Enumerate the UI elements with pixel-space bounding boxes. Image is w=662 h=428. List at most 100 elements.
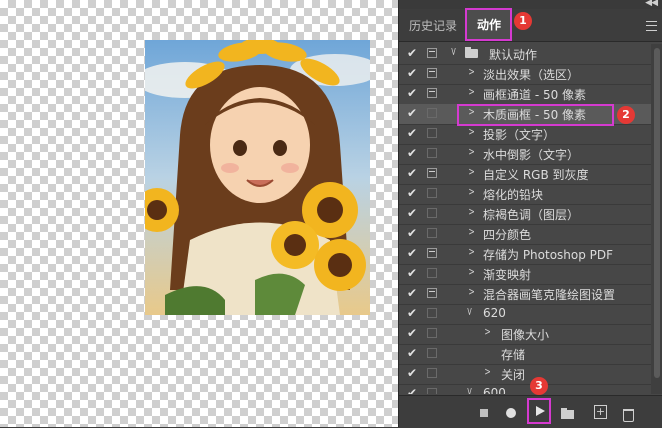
action-step-row[interactable]: ✔ 存储 xyxy=(399,344,651,365)
toggle-item-checkmark-icon[interactable]: ✔ xyxy=(407,286,419,300)
toggle-dialog-icon[interactable] xyxy=(427,188,437,198)
panel-footer-toolbar xyxy=(399,395,662,428)
action-label: 自定义 RGB 到灰度 xyxy=(483,168,589,182)
toggle-dialog-icon[interactable] xyxy=(427,148,437,158)
action-row[interactable]: ✔ > 渐变映射 xyxy=(399,264,651,285)
scrollbar-thumb[interactable] xyxy=(654,48,660,378)
actions-panel: ◀◀ 历史记录 动作 ✔ > 默认动作 ✔ > 淡出效果（选区） ✔ > 画框通… xyxy=(398,0,662,428)
new-action-icon[interactable] xyxy=(589,402,611,424)
action-label: 混合器画笔克隆绘图设置 xyxy=(483,288,616,302)
toggle-dialog-icon[interactable] xyxy=(427,248,437,258)
toggle-item-checkmark-icon[interactable]: ✔ xyxy=(407,306,419,320)
toggle-item-checkmark-icon[interactable]: ✔ xyxy=(407,366,419,380)
action-row[interactable]: ✔ > 投影（文字） xyxy=(399,124,651,145)
action-row[interactable]: ✔ > 棕褐色调（图层） xyxy=(399,204,651,225)
toggle-item-checkmark-icon[interactable]: ✔ xyxy=(407,346,419,360)
chevron-right-icon[interactable]: > xyxy=(468,285,474,298)
toggle-item-checkmark-icon[interactable]: ✔ xyxy=(407,206,419,220)
highlight-actions-tab xyxy=(465,8,512,41)
toggle-item-checkmark-icon[interactable]: ✔ xyxy=(407,126,419,140)
toggle-item-checkmark-icon[interactable]: ✔ xyxy=(407,46,419,60)
toggle-dialog-icon[interactable] xyxy=(427,68,437,78)
action-label: 淡出效果（选区） xyxy=(483,68,580,82)
chevron-right-icon[interactable]: > xyxy=(468,145,474,158)
chevron-down-icon[interactable]: > xyxy=(465,307,474,316)
action-step-row[interactable]: ✔ > 关闭 xyxy=(399,364,651,385)
action-label: 画框通道 - 50 像素 xyxy=(483,88,587,102)
document-canvas[interactable] xyxy=(0,0,398,427)
stop-playing-icon[interactable] xyxy=(473,402,495,424)
chevron-right-icon[interactable]: > xyxy=(468,185,474,198)
toggle-dialog-icon[interactable] xyxy=(427,348,437,358)
new-set-folder-icon[interactable] xyxy=(557,402,579,424)
panel-header-strip: ◀◀ xyxy=(399,0,662,9)
toggle-dialog-icon[interactable] xyxy=(427,328,437,338)
toggle-item-checkmark-icon[interactable]: ✔ xyxy=(407,66,419,80)
action-label: 投影（文字） xyxy=(483,128,556,142)
play-selection-icon[interactable] xyxy=(527,398,551,424)
action-step-row[interactable]: ✔ > 图像大小 xyxy=(399,324,651,345)
sunflower-girl-image xyxy=(145,40,370,315)
toggle-item-checkmark-icon[interactable]: ✔ xyxy=(407,146,419,160)
chevron-down-icon[interactable]: > xyxy=(465,387,474,394)
action-row[interactable]: ✔ > 画框通道 - 50 像素 xyxy=(399,84,651,105)
toggle-item-checkmark-icon[interactable]: ✔ xyxy=(407,226,419,240)
action-label: 存储为 Photoshop PDF xyxy=(483,248,614,262)
action-row[interactable]: ✔ > 淡出效果（选区） xyxy=(399,64,651,85)
chevron-right-icon[interactable]: > xyxy=(468,225,474,238)
toggle-item-checkmark-icon[interactable]: ✔ xyxy=(407,86,419,100)
collapse-panel-icon[interactable]: ◀◀ xyxy=(645,0,658,8)
panel-menu-icon[interactable] xyxy=(646,21,657,31)
tab-history[interactable]: 历史记录 xyxy=(409,17,457,34)
action-row[interactable]: ✔ > 熔化的铅块 xyxy=(399,184,651,205)
action-set-row[interactable]: ✔ > 默认动作 xyxy=(399,44,651,65)
chevron-right-icon[interactable]: > xyxy=(484,325,490,338)
chevron-right-icon[interactable]: > xyxy=(468,205,474,218)
action-label: 默认动作 xyxy=(489,48,538,62)
toggle-dialog-icon[interactable] xyxy=(427,268,437,278)
chevron-down-icon[interactable]: > xyxy=(449,47,458,56)
toggle-dialog-icon[interactable] xyxy=(427,88,437,98)
toggle-dialog-icon[interactable] xyxy=(427,108,437,118)
toggle-item-checkmark-icon[interactable]: ✔ xyxy=(407,386,419,394)
toggle-dialog-icon[interactable] xyxy=(427,48,437,58)
chevron-right-icon[interactable]: > xyxy=(468,65,474,78)
chevron-right-icon[interactable]: > xyxy=(468,125,474,138)
toggle-item-checkmark-icon[interactable]: ✔ xyxy=(407,246,419,260)
action-label: 水中倒影（文字） xyxy=(483,148,580,162)
chevron-right-icon[interactable]: > xyxy=(468,165,474,178)
toggle-dialog-icon[interactable] xyxy=(427,208,437,218)
step-badge-1: 1 xyxy=(514,12,532,30)
actions-list: ✔ > 默认动作 ✔ > 淡出效果（选区） ✔ > 画框通道 - 50 像素 ✔… xyxy=(399,44,651,394)
action-label: 熔化的铅块 xyxy=(483,188,544,202)
list-scrollbar[interactable] xyxy=(651,44,662,394)
toggle-dialog-icon[interactable] xyxy=(427,228,437,238)
action-row[interactable]: ✔ > 存储为 Photoshop PDF xyxy=(399,244,651,265)
action-row[interactable]: ✔ > 620 xyxy=(399,304,651,325)
record-icon[interactable] xyxy=(500,402,522,424)
action-label: 图像大小 xyxy=(501,328,550,342)
toggle-dialog-icon[interactable] xyxy=(427,388,437,394)
action-label: 关闭 xyxy=(501,368,526,382)
toggle-item-checkmark-icon[interactable]: ✔ xyxy=(407,266,419,280)
action-row[interactable]: ✔ > 混合器画笔克隆绘图设置 xyxy=(399,284,651,305)
toggle-dialog-icon[interactable] xyxy=(427,288,437,298)
toggle-dialog-icon[interactable] xyxy=(427,308,437,318)
chevron-right-icon[interactable]: > xyxy=(468,245,474,258)
action-row[interactable]: ✔ > 自定义 RGB 到灰度 xyxy=(399,164,651,185)
toggle-dialog-icon[interactable] xyxy=(427,368,437,378)
toggle-item-checkmark-icon[interactable]: ✔ xyxy=(407,106,419,120)
action-row[interactable]: ✔ > 四分颜色 xyxy=(399,224,651,245)
chevron-right-icon[interactable]: > xyxy=(468,85,474,98)
action-row[interactable]: ✔ > 600 xyxy=(399,384,651,394)
trash-icon[interactable] xyxy=(617,402,639,424)
toggle-item-checkmark-icon[interactable]: ✔ xyxy=(407,166,419,180)
toggle-item-checkmark-icon[interactable]: ✔ xyxy=(407,186,419,200)
toggle-dialog-icon[interactable] xyxy=(427,128,437,138)
chevron-right-icon[interactable]: > xyxy=(484,365,490,378)
toggle-item-checkmark-icon[interactable]: ✔ xyxy=(407,326,419,340)
toggle-dialog-icon[interactable] xyxy=(427,168,437,178)
action-label: 存储 xyxy=(501,348,526,362)
action-row[interactable]: ✔ > 水中倒影（文字） xyxy=(399,144,651,165)
chevron-right-icon[interactable]: > xyxy=(468,265,474,278)
